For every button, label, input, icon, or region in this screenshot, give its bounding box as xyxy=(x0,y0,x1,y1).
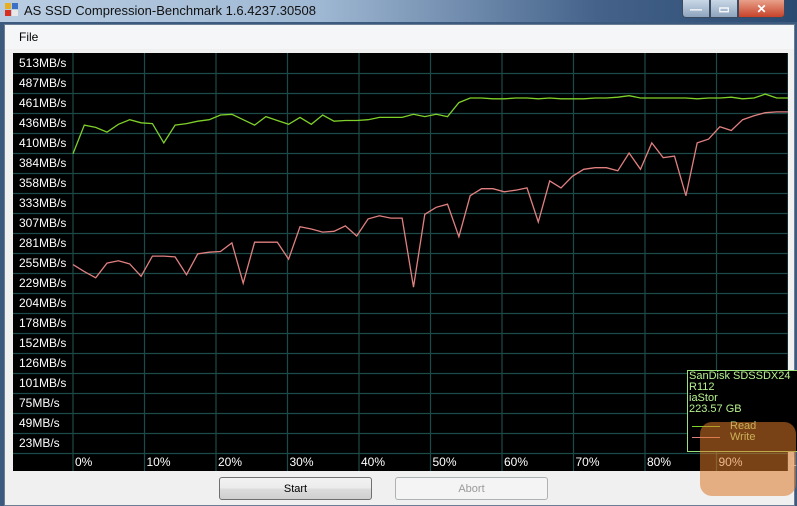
x-tick-label: 30% xyxy=(289,455,314,469)
watermark-logo xyxy=(700,422,796,496)
maximize-icon: ▭ xyxy=(718,1,730,16)
x-tick-label: 60% xyxy=(504,455,529,469)
close-icon: ✕ xyxy=(756,1,767,16)
y-tick-label: 101MB/s xyxy=(19,376,67,390)
y-tick-label: 410MB/s xyxy=(19,136,67,150)
y-tick-label: 204MB/s xyxy=(19,296,67,310)
window-client: File 513MB/s 487MB/s 461MB/s 436MB/s 410MB/s… xyxy=(4,24,797,506)
chart-plot xyxy=(13,53,788,471)
x-tick-label: 70% xyxy=(575,455,600,469)
y-tick-label: 23MB/s xyxy=(19,436,60,450)
y-tick-label: 384MB/s xyxy=(19,156,67,170)
x-tick-label: 80% xyxy=(647,455,672,469)
legend-capacity: 223.57 GB xyxy=(689,403,742,415)
y-tick-label: 307MB/s xyxy=(19,216,67,230)
menu-file[interactable]: File xyxy=(19,30,38,44)
y-tick-label: 178MB/s xyxy=(19,316,67,330)
abort-button[interactable]: Abort xyxy=(395,477,548,500)
y-tick-label: 49MB/s xyxy=(19,416,60,430)
minimize-icon: — xyxy=(690,1,702,16)
y-tick-label: 281MB/s xyxy=(19,236,67,250)
y-tick-label: 75MB/s xyxy=(19,396,60,410)
x-tick-label: 50% xyxy=(432,455,457,469)
y-tick-label: 229MB/s xyxy=(19,276,67,290)
app-icon xyxy=(5,3,19,17)
maximize-button[interactable]: ▭ xyxy=(710,0,738,18)
x-tick-label: 20% xyxy=(218,455,243,469)
y-tick-label: 513MB/s xyxy=(19,56,67,70)
y-tick-label: 461MB/s xyxy=(19,96,67,110)
y-tick-label: 358MB/s xyxy=(19,176,67,190)
start-button[interactable]: Start xyxy=(219,477,372,500)
y-tick-label: 255MB/s xyxy=(19,256,67,270)
menu-bar: File xyxy=(5,25,794,49)
x-tick-label: 40% xyxy=(361,455,386,469)
y-tick-label: 487MB/s xyxy=(19,76,67,90)
title-bar: AS SSD Compression-Benchmark 1.6.4237.30… xyxy=(0,0,797,22)
minimize-button[interactable]: — xyxy=(682,0,710,18)
window-title: AS SSD Compression-Benchmark 1.6.4237.30… xyxy=(24,3,316,18)
benchmark-chart: 513MB/s 487MB/s 461MB/s 436MB/s 410MB/s 384MB… xyxy=(13,53,797,471)
y-tick-label: 333MB/s xyxy=(19,196,67,210)
x-tick-label: 0% xyxy=(75,455,93,469)
y-tick-label: 126MB/s xyxy=(19,356,67,370)
y-tick-label: 152MB/s xyxy=(19,336,67,350)
x-tick-label: 10% xyxy=(146,455,171,469)
y-tick-label: 436MB/s xyxy=(19,116,67,130)
close-button[interactable]: ✕ xyxy=(738,0,785,18)
